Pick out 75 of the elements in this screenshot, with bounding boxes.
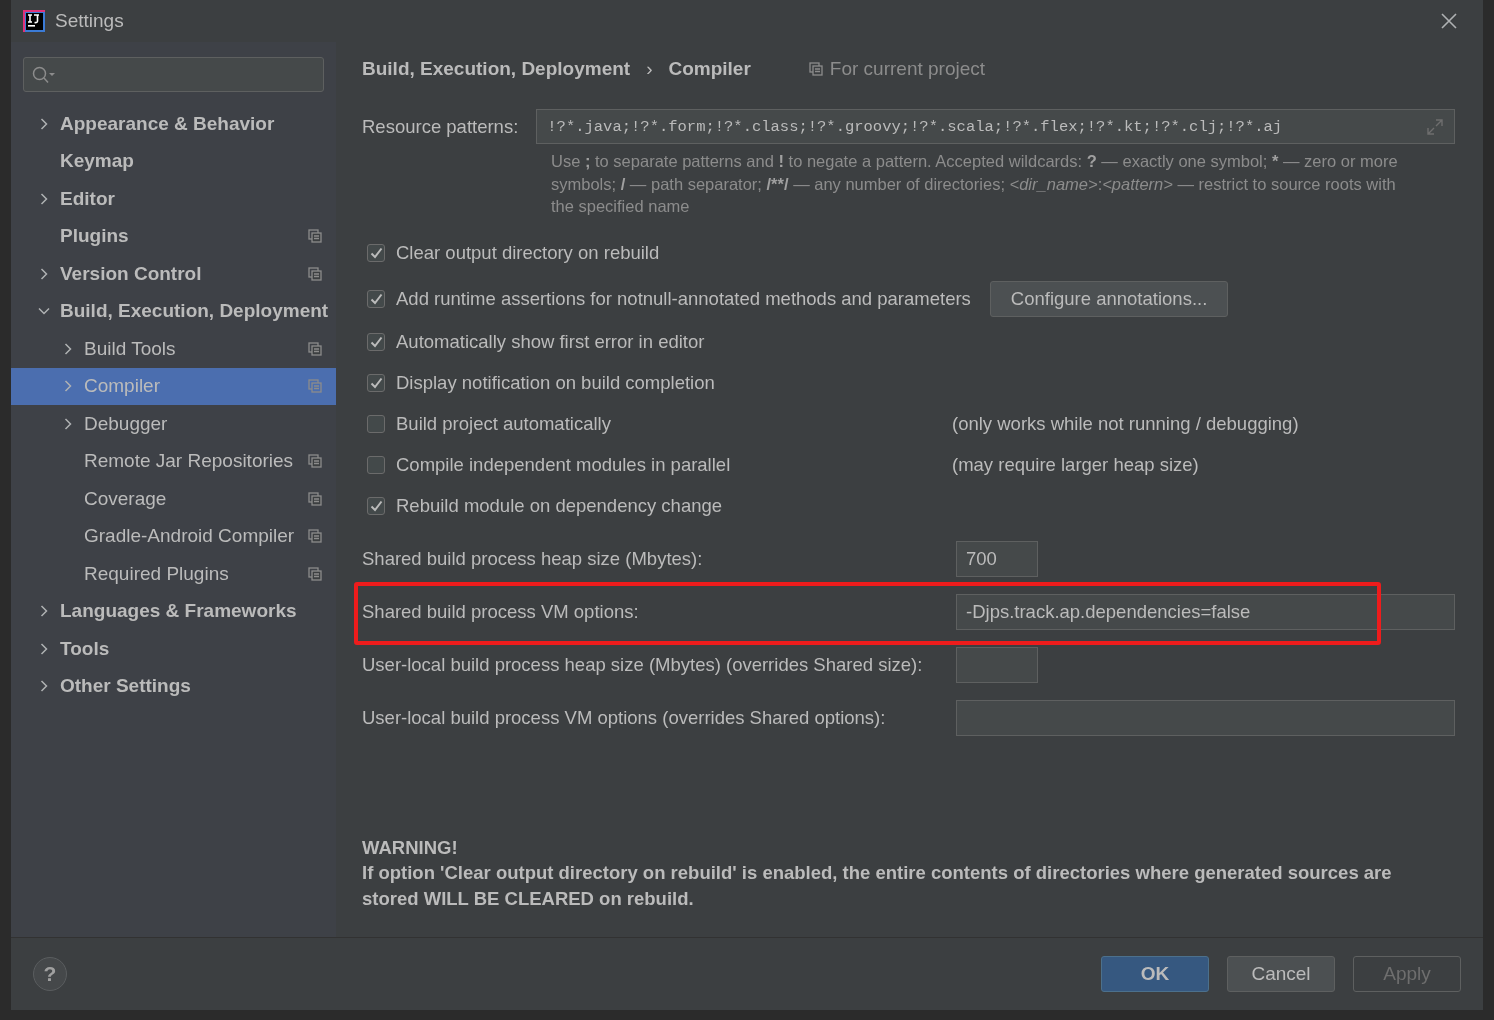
checkbox-label[interactable]: Display notification on build completion [396, 372, 715, 394]
checkbox[interactable] [367, 333, 385, 351]
sidebar-item[interactable]: Version Control [11, 255, 336, 293]
note-text: (may require larger heap size) [952, 454, 1199, 476]
app-logo-icon [23, 10, 45, 32]
sidebar-item[interactable]: Build, Execution, Deployment [11, 292, 336, 330]
window-title: Settings [55, 10, 124, 32]
dialog-button[interactable]: OK [1101, 956, 1209, 992]
warning-title: WARNING! [362, 835, 459, 860]
field-label: User-local build process VM options (overrides Shared options): [362, 707, 886, 729]
project-scope-icon [308, 529, 322, 544]
sidebar-item[interactable]: Debugger [11, 405, 336, 443]
help-button[interactable]: ? [33, 957, 67, 991]
chevron-down-icon[interactable] [38, 307, 50, 316]
sidebar-item[interactable]: Gradle-Android Compiler [11, 517, 336, 555]
checkbox-label[interactable]: Build project automatically [396, 413, 611, 435]
input-field[interactable]: -Djps.track.ap.dependencies=false [956, 594, 1455, 630]
sidebar-item[interactable]: Editor [11, 180, 336, 218]
checkbox-label[interactable]: Clear output directory on rebuild [396, 241, 660, 264]
configure-annotations-button[interactable]: Configure annotations... [989, 280, 1229, 317]
project-scope-icon [308, 379, 322, 394]
hint-text: Use ; to separate patterns and ! to negate a pattern. Accepted wildcards: ? — exactly one symbol; * — zero or more symbols; / — path separator; /**/ — any number of directories; <dir_name>:<pattern> — restrict to source roots with the specified name [551, 151, 1399, 217]
project-scope-icon [808, 62, 823, 76]
breadcrumb-item: Build, Execution, Deployment [362, 58, 631, 80]
checkbox-label[interactable]: Add runtime assertions for notnull-annotated methods and parameters [396, 287, 971, 310]
checkbox[interactable] [367, 289, 385, 308]
chevron-right-icon[interactable] [40, 605, 48, 618]
project-scope-icon [308, 566, 322, 581]
sidebar-item[interactable]: Build Tools [11, 330, 336, 368]
sidebar-item[interactable]: Other Settings [11, 667, 336, 705]
sidebar-item[interactable]: Appearance & Behavior [11, 105, 336, 143]
sidebar-item[interactable]: Remote Jar Repositories [11, 442, 336, 480]
scope-label: For current project [829, 58, 986, 80]
checkbox[interactable] [367, 497, 385, 515]
breadcrumb-item: Compiler [668, 58, 751, 80]
breadcrumb-separator: › [646, 58, 653, 80]
checkbox-label[interactable]: Compile independent modules in parallel [396, 454, 731, 476]
project-scope-icon [308, 341, 322, 356]
input-field[interactable] [956, 647, 1038, 683]
sidebar-item[interactable]: Plugins [11, 217, 336, 255]
chevron-right-icon[interactable] [40, 680, 48, 693]
chevron-right-icon[interactable] [40, 267, 48, 280]
dialog-button[interactable]: Cancel [1227, 956, 1335, 992]
project-scope-icon [308, 266, 322, 281]
checkbox-label[interactable]: Rebuild module on dependency change [396, 495, 723, 517]
checkbox[interactable] [367, 374, 385, 392]
note-text: (only works while not running / debugging) [952, 413, 1299, 435]
sidebar-item[interactable]: Tools [11, 630, 336, 668]
chevron-right-icon[interactable] [40, 117, 48, 130]
chevron-right-icon[interactable] [64, 342, 72, 355]
project-scope-icon [308, 229, 322, 244]
project-scope-icon [308, 491, 322, 506]
resource-patterns-field[interactable]: !?*.java;!?*.form;!?*.class;!?*.groovy;!?*.scala;!?*.flex;!?*.kt;!?*.clj;!?*.aj [536, 109, 1455, 144]
sidebar-item[interactable]: Coverage [11, 480, 336, 518]
warning-text: If option 'Clear output directory on rebuild' is enabled, the entire contents of directories where generated sources are stored WILL BE CLEARED on rebuild. [362, 861, 1393, 911]
field-label: User-local build process heap size (Mbytes) (overrides Shared size): [362, 654, 923, 676]
field-label: Resource patterns: [362, 115, 519, 138]
field-label: Shared build process VM options: [362, 601, 639, 623]
sidebar-item[interactable]: Keymap [11, 142, 336, 180]
search-field[interactable] [23, 57, 324, 92]
chevron-right-icon[interactable] [40, 192, 48, 205]
chevron-right-icon[interactable] [40, 642, 48, 655]
chevron-right-icon[interactable] [64, 417, 72, 430]
checkbox-label[interactable]: Automatically show first error in editor [396, 331, 705, 353]
input-field[interactable] [956, 700, 1455, 736]
checkbox[interactable] [367, 243, 385, 262]
search-icon [32, 65, 56, 84]
sidebar-item[interactable]: Required Plugins [11, 555, 336, 593]
checkbox[interactable] [367, 456, 385, 474]
input-field[interactable]: 700 [956, 541, 1038, 577]
sidebar-item[interactable]: Languages & Frameworks [11, 592, 336, 630]
close-icon[interactable] [1441, 13, 1457, 29]
checkbox[interactable] [367, 415, 385, 433]
project-scope-icon [308, 454, 322, 469]
field-label: Shared build process heap size (Mbytes): [362, 548, 703, 570]
